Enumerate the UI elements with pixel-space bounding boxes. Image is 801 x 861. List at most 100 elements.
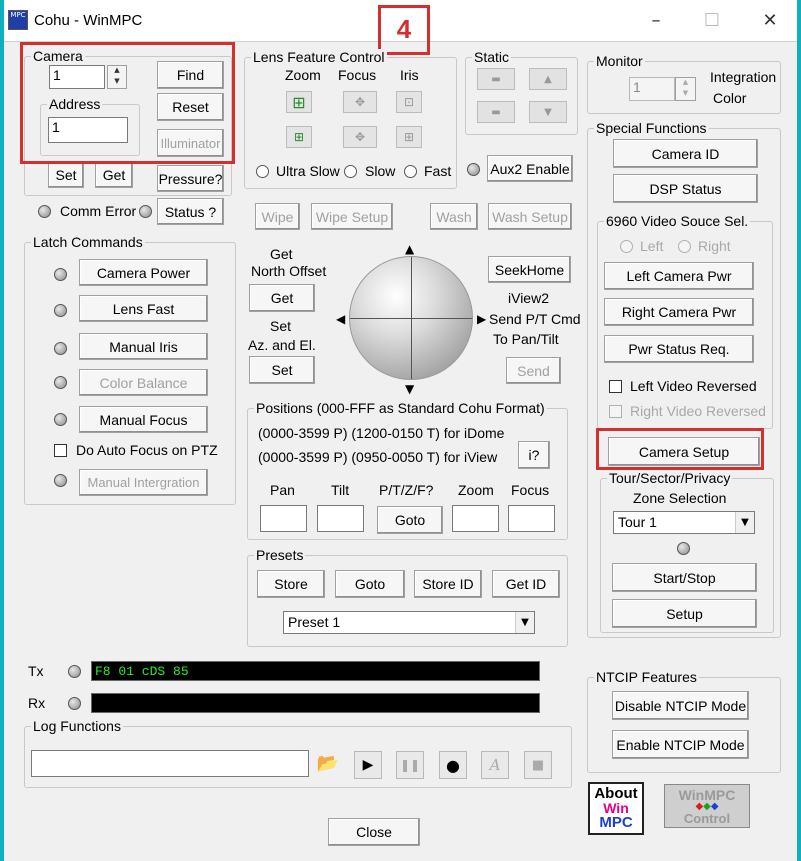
ntcip-label: NTCIP Features	[594, 669, 699, 685]
send-button[interactable]: Send	[506, 357, 561, 384]
monitor-spin-up-icon[interactable]: ▲	[676, 78, 695, 89]
preset-goto-button[interactable]: Goto	[335, 570, 405, 598]
pwr-status-req-button[interactable]: Pwr Status Req.	[604, 335, 754, 363]
left-video-reversed-checkbox[interactable]	[609, 380, 622, 393]
set-az-label-line2: Az. and El.	[248, 337, 316, 353]
wash-setup-button[interactable]: Wash Setup	[488, 203, 572, 230]
tx-led	[68, 665, 81, 678]
log-record-icon[interactable]: ●	[439, 751, 467, 779]
log-pause-icon[interactable]: ❚❚	[396, 751, 424, 779]
camera-get-button[interactable]: Get	[95, 162, 133, 188]
preset-store-id-button[interactable]: Store ID	[414, 570, 482, 598]
minimize-button[interactable]: –	[636, 6, 676, 36]
right-camera-pwr-button[interactable]: Right Camera Pwr	[604, 298, 754, 326]
camera-power-button[interactable]: Camera Power	[79, 259, 208, 286]
tilt-input[interactable]	[317, 505, 364, 532]
idome-range-text: (0000-3599 P) (1200-0150 T) for iDome	[258, 425, 505, 441]
static-left-button[interactable]: ▬	[477, 68, 515, 90]
about-line3: MPC	[599, 814, 633, 831]
chevron-down-icon[interactable]: ▼	[515, 612, 534, 633]
manual-integration-button[interactable]: Manual Intergration	[79, 469, 208, 496]
window-border-left	[0, 0, 4, 861]
video-left-radio[interactable]	[620, 240, 633, 253]
left-video-reversed-label: Left Video Reversed	[630, 378, 757, 394]
wipe-button[interactable]: Wipe	[255, 203, 300, 230]
log-stop-icon[interactable]: ■	[524, 751, 552, 779]
seek-home-button[interactable]: SeekHome	[488, 256, 571, 283]
positions-goto-button[interactable]: Goto	[377, 506, 443, 534]
ultra-slow-radio[interactable]	[256, 165, 269, 178]
set-az-el-button[interactable]: Set	[249, 356, 315, 384]
preset-select[interactable]: Preset 1 ▼	[283, 611, 535, 634]
manual-focus-led	[54, 413, 67, 426]
info-button[interactable]: i?	[518, 441, 550, 469]
monitor-spinner[interactable]: ▲ ▼	[675, 77, 696, 101]
focus-near-icon[interactable]: ✥	[343, 126, 377, 148]
close-button[interactable]: Close	[328, 818, 420, 846]
log-edit-icon[interactable]: A	[481, 751, 509, 779]
pan-label: Pan	[270, 482, 295, 498]
tour-setup-button[interactable]: Setup	[612, 599, 757, 628]
iris-open-icon[interactable]: ⊡	[396, 91, 422, 113]
tour-select[interactable]: Tour 1 ▼	[613, 511, 755, 534]
preset-get-id-button[interactable]: Get ID	[492, 570, 560, 598]
winmpc-control-line2: Control	[683, 811, 731, 826]
slow-radio[interactable]	[344, 165, 357, 178]
pan-left-arrow-icon[interactable]: ◀	[336, 313, 345, 325]
monitor-value-input[interactable]: 1	[629, 77, 675, 101]
aux2-enable-button[interactable]: Aux2 Enable	[487, 155, 573, 182]
preset-store-button[interactable]: Store	[257, 570, 325, 598]
get-north-label-line2: North Offset	[251, 263, 327, 279]
latch-commands-label: Latch Commands	[31, 234, 145, 250]
lens-fast-button[interactable]: Lens Fast	[79, 295, 208, 322]
color-balance-button[interactable]: Color Balance	[79, 369, 208, 396]
pan-right-arrow-icon[interactable]: ▶	[477, 313, 486, 325]
get-north-offset-button[interactable]: Get	[249, 284, 315, 312]
start-stop-button[interactable]: Start/Stop	[612, 563, 757, 592]
static-right-button[interactable]: ▬	[477, 101, 515, 123]
dsp-status-button[interactable]: DSP Status	[613, 174, 758, 203]
pan-input[interactable]	[260, 505, 307, 532]
video-right-radio[interactable]	[678, 240, 691, 253]
log-play-icon[interactable]: ▶	[354, 751, 382, 779]
tour-selected-value: Tour 1	[618, 514, 657, 530]
fast-radio[interactable]	[404, 165, 417, 178]
preset-selected-value: Preset 1	[288, 614, 341, 630]
static-down-icon[interactable]: ▼	[529, 101, 567, 123]
pressure-button[interactable]: Pressure?	[157, 165, 224, 192]
static-up-icon[interactable]: ▲	[529, 68, 567, 90]
disable-ntcip-button[interactable]: Disable NTCIP Mode	[612, 691, 749, 720]
rx-label: Rx	[28, 695, 46, 711]
focus-position-input[interactable]	[508, 505, 555, 532]
about-winmpc-button[interactable]: About Win MPC	[588, 782, 644, 835]
manual-iris-button[interactable]: Manual Iris	[79, 333, 208, 360]
open-folder-icon[interactable]: 📂	[315, 751, 341, 777]
close-window-button[interactable]: ✕	[750, 6, 790, 36]
auto-focus-ptz-checkbox[interactable]	[54, 444, 67, 457]
zoom-position-input[interactable]	[452, 505, 499, 532]
pan-tilt-joystick[interactable]	[349, 256, 473, 380]
log-file-input[interactable]	[31, 750, 309, 777]
right-video-reversed-checkbox[interactable]	[609, 405, 622, 418]
tilt-down-arrow-icon[interactable]: ▼	[405, 383, 414, 395]
tilt-up-arrow-icon[interactable]: ▲	[405, 243, 414, 255]
monitor-spin-down-icon[interactable]: ▼	[676, 89, 695, 100]
tour-status-led	[677, 542, 690, 555]
left-camera-pwr-button[interactable]: Left Camera Pwr	[604, 262, 754, 290]
manual-focus-button[interactable]: Manual Focus	[79, 406, 208, 433]
enable-ntcip-button[interactable]: Enable NTCIP Mode	[612, 730, 749, 759]
status-button[interactable]: Status ?	[157, 198, 224, 225]
maximize-button[interactable]: ☐	[692, 6, 732, 36]
focus-far-icon[interactable]: ✥	[343, 91, 377, 113]
about-line1: About	[594, 785, 638, 802]
zoom-tele-icon[interactable]: ⊞	[286, 126, 312, 148]
camera-set-button[interactable]: Set	[48, 162, 84, 188]
zoom-wide-icon[interactable]: ⊞	[286, 91, 312, 113]
winmpc-control-logo[interactable]: WinMPC ◆◆◆ Control	[664, 784, 750, 828]
camera-id-button[interactable]: Camera ID	[613, 139, 758, 168]
aux2-led	[467, 163, 480, 176]
wash-button[interactable]: Wash	[430, 203, 478, 230]
wipe-setup-button[interactable]: Wipe Setup	[311, 203, 393, 230]
iris-close-icon[interactable]: ⊞	[396, 126, 422, 148]
tour-chevron-down-icon[interactable]: ▼	[735, 512, 754, 533]
